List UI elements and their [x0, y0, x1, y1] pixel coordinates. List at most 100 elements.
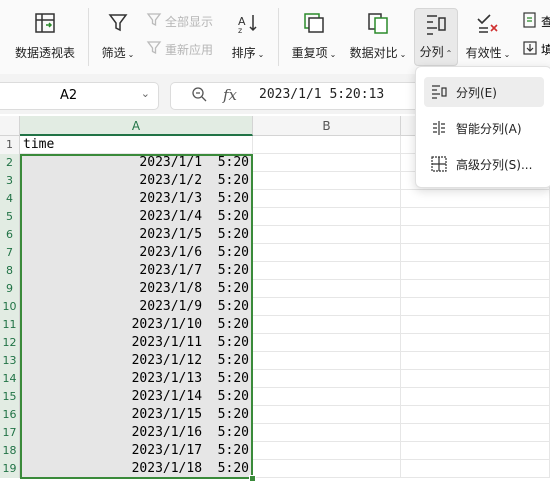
- sort-button[interactable]: Az 排序 ⌄: [226, 6, 270, 68]
- row-header[interactable]: 13: [0, 352, 20, 370]
- table-cell[interactable]: 2023/1/2 5:20: [20, 172, 253, 190]
- table-cell[interactable]: [253, 172, 401, 190]
- table-cell[interactable]: 2023/1/13 5:20: [20, 370, 253, 388]
- table-cell[interactable]: 2023/1/7 5:20: [20, 262, 253, 280]
- table-cell[interactable]: [401, 424, 550, 442]
- row-header[interactable]: 10: [0, 298, 20, 316]
- header-cell[interactable]: time: [20, 136, 253, 154]
- table-cell[interactable]: [253, 370, 401, 388]
- table-cell[interactable]: [253, 244, 401, 262]
- table-cell[interactable]: 2023/1/4 5:20: [20, 208, 253, 226]
- row-header[interactable]: 15: [0, 388, 20, 406]
- table-cell[interactable]: [253, 280, 401, 298]
- row-header[interactable]: 11: [0, 316, 20, 334]
- table-cell[interactable]: [253, 154, 401, 172]
- table-cell[interactable]: 2023/1/6 5:20: [20, 244, 253, 262]
- validity-button[interactable]: 有效性 ⌄: [462, 6, 514, 68]
- table-cell[interactable]: [401, 244, 550, 262]
- split-column-label: 分列: [419, 45, 444, 59]
- lookup-button[interactable]: 查: [522, 12, 550, 31]
- zoom-icon[interactable]: [191, 86, 207, 106]
- duplicates-button[interactable]: 重复项 ⌄: [288, 6, 340, 68]
- table-cell[interactable]: [401, 298, 550, 316]
- row-header[interactable]: 9: [0, 280, 20, 298]
- table-cell[interactable]: [401, 262, 550, 280]
- table-cell[interactable]: 2023/1/10 5:20: [20, 316, 253, 334]
- table-cell[interactable]: 2023/1/11 5:20: [20, 334, 253, 352]
- table-cell[interactable]: 2023/1/15 5:20: [20, 406, 253, 424]
- pivot-table-button[interactable]: 数据透视表: [12, 6, 78, 68]
- table-cell[interactable]: 2023/1/5 5:20: [20, 226, 253, 244]
- table-cell[interactable]: [253, 190, 401, 208]
- table-cell[interactable]: [253, 262, 401, 280]
- menu-item-smart-split[interactable]: 智能分列(A): [424, 113, 550, 143]
- table-cell[interactable]: [253, 316, 401, 334]
- table-cell[interactable]: 2023/1/1 5:20: [20, 154, 253, 172]
- column-header-a[interactable]: A: [20, 116, 253, 136]
- filter-label: 筛选: [101, 46, 126, 60]
- select-all-corner[interactable]: [0, 116, 20, 136]
- filter-button[interactable]: 筛选 ⌄: [98, 6, 138, 68]
- row-header[interactable]: 17: [0, 424, 20, 442]
- row-header[interactable]: 18: [0, 442, 20, 460]
- name-box[interactable]: A2 ⌄: [0, 82, 159, 110]
- reapply-button[interactable]: 重新应用: [146, 40, 213, 59]
- table-cell[interactable]: [401, 208, 550, 226]
- table-cell[interactable]: 2023/1/18 5:20: [20, 460, 253, 478]
- lookup-label: 查: [541, 15, 550, 29]
- table-cell[interactable]: [401, 352, 550, 370]
- split-column-button[interactable]: 分列 ⌃: [414, 8, 458, 66]
- row-header[interactable]: 12: [0, 334, 20, 352]
- name-box-value: A2: [60, 88, 78, 103]
- row-header[interactable]: 19: [0, 460, 20, 478]
- table-cell[interactable]: [401, 190, 550, 208]
- chevron-down-icon[interactable]: ⌄: [141, 87, 150, 100]
- row-header[interactable]: 2: [0, 154, 20, 172]
- table-cell[interactable]: [253, 442, 401, 460]
- table-cell[interactable]: [401, 370, 550, 388]
- table-cell[interactable]: [253, 406, 401, 424]
- table-cell[interactable]: 2023/1/14 5:20: [20, 388, 253, 406]
- table-cell[interactable]: [253, 460, 401, 478]
- filter-icon: [105, 10, 131, 36]
- table-cell[interactable]: [253, 298, 401, 316]
- row-header[interactable]: 8: [0, 262, 20, 280]
- fill-button[interactable]: 填: [522, 40, 550, 59]
- table-cell[interactable]: [401, 442, 550, 460]
- table-cell[interactable]: 2023/1/8 5:20: [20, 280, 253, 298]
- table-cell[interactable]: [253, 352, 401, 370]
- table-cell[interactable]: [401, 388, 550, 406]
- table-cell[interactable]: [401, 334, 550, 352]
- fx-icon[interactable]: fx: [223, 86, 237, 104]
- table-cell[interactable]: [253, 136, 401, 154]
- table-cell[interactable]: [253, 388, 401, 406]
- table-cell[interactable]: [253, 226, 401, 244]
- data-compare-button[interactable]: 数据对比 ⌄: [346, 6, 410, 68]
- row-header[interactable]: 1: [0, 136, 20, 154]
- row-header[interactable]: 14: [0, 370, 20, 388]
- table-cell[interactable]: 2023/1/12 5:20: [20, 352, 253, 370]
- table-cell[interactable]: [401, 226, 550, 244]
- table-cell[interactable]: [253, 208, 401, 226]
- row-header[interactable]: 5: [0, 208, 20, 226]
- row-header[interactable]: 16: [0, 406, 20, 424]
- table-cell[interactable]: [401, 406, 550, 424]
- table-cell[interactable]: 2023/1/9 5:20: [20, 298, 253, 316]
- table-cell[interactable]: 2023/1/3 5:20: [20, 190, 253, 208]
- table-cell[interactable]: [253, 334, 401, 352]
- menu-item-split[interactable]: 分列(E): [424, 77, 544, 107]
- table-cell[interactable]: 2023/1/17 5:20: [20, 442, 253, 460]
- row-header[interactable]: 3: [0, 172, 20, 190]
- menu-item-advanced-split[interactable]: 高级分列(S)...: [424, 149, 550, 179]
- column-header-b[interactable]: B: [253, 116, 401, 136]
- table-cell[interactable]: [253, 424, 401, 442]
- row-header[interactable]: 6: [0, 226, 20, 244]
- table-cell[interactable]: [401, 460, 550, 478]
- table-cell[interactable]: 2023/1/16 5:20: [20, 424, 253, 442]
- table-cell[interactable]: [401, 316, 550, 334]
- table-cell[interactable]: [401, 280, 550, 298]
- show-all-button[interactable]: 全部显示: [146, 12, 213, 31]
- row-header[interactable]: 7: [0, 244, 20, 262]
- row-header[interactable]: 4: [0, 190, 20, 208]
- menu-item-label: 高级分列(S)...: [456, 157, 533, 172]
